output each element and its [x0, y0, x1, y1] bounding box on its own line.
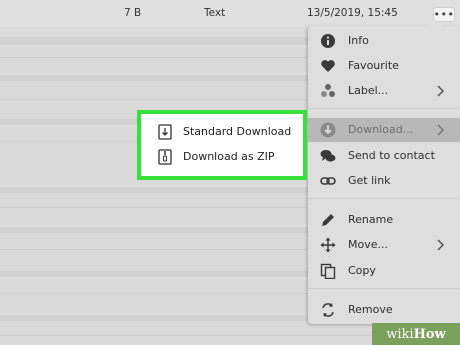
menu-item-label: Get link: [348, 174, 391, 187]
menu-item-label: Label...: [348, 84, 389, 97]
menu-item-remove[interactable]: Remove: [308, 298, 460, 322]
submenu-item-label: Download as ZIP: [183, 150, 275, 163]
label-dots-icon: [321, 84, 335, 97]
menu-item-download[interactable]: Download...: [308, 118, 460, 142]
submenu-item-label: Standard Download: [183, 125, 292, 138]
info-icon: [321, 34, 335, 48]
menu-item-label: Remove: [348, 303, 393, 316]
copy-icon: [320, 263, 336, 279]
file-modified: 13/5/2019, 15:45: [307, 7, 398, 19]
download-file-icon: [158, 124, 172, 140]
menu-separator: [308, 288, 460, 289]
menu-item-get-link[interactable]: Get link: [308, 169, 460, 193]
file-row[interactable]: 7 B Text 13/5/2019, 15:45 •••: [0, 0, 460, 27]
menu-item-rename[interactable]: Rename: [308, 208, 460, 232]
remove-icon: [322, 303, 334, 317]
chevron-right-icon: [437, 124, 445, 136]
download-submenu: Standard Download Download as ZIP: [137, 110, 307, 180]
chevron-right-icon: [437, 85, 445, 97]
menu-item-move[interactable]: Move...: [308, 233, 460, 257]
submenu-item-standard-download[interactable]: Standard Download: [153, 123, 303, 141]
file-type: Text: [204, 7, 226, 19]
download-icon: [320, 122, 336, 138]
submenu-item-download-zip[interactable]: Download as ZIP: [153, 148, 303, 166]
menu-item-send-to-contact[interactable]: Send to contact: [308, 144, 460, 168]
menu-separator: [308, 108, 460, 109]
menu-item-favourite[interactable]: Favourite: [308, 54, 460, 78]
file-size: 7 B: [124, 7, 142, 19]
menu-separator: [308, 198, 460, 199]
menu-item-label: Copy: [348, 264, 376, 277]
menu-item-label: Info: [348, 34, 369, 47]
pencil-icon: [322, 214, 334, 226]
menu-item-label: Rename: [348, 213, 394, 226]
menu-item-label: Move...: [348, 238, 388, 251]
heart-icon: [321, 60, 335, 72]
menu-item-info[interactable]: Info: [308, 29, 460, 53]
move-arrows-icon: [320, 237, 336, 253]
link-icon: [320, 177, 336, 185]
chevron-right-icon: [437, 239, 445, 251]
menu-item-label-submenu[interactable]: Label...: [308, 79, 460, 103]
context-menu: Info Favourite Label... Download... Send…: [308, 26, 460, 324]
menu-item-label: Download...: [348, 123, 414, 136]
menu-item-label: Favourite: [348, 59, 399, 72]
zip-file-icon: [158, 149, 172, 165]
menu-item-label: Send to contact: [348, 149, 435, 162]
menu-item-copy[interactable]: Copy: [308, 259, 460, 283]
chat-icon: [320, 150, 336, 162]
wikihow-watermark: wiki How: [372, 323, 460, 345]
